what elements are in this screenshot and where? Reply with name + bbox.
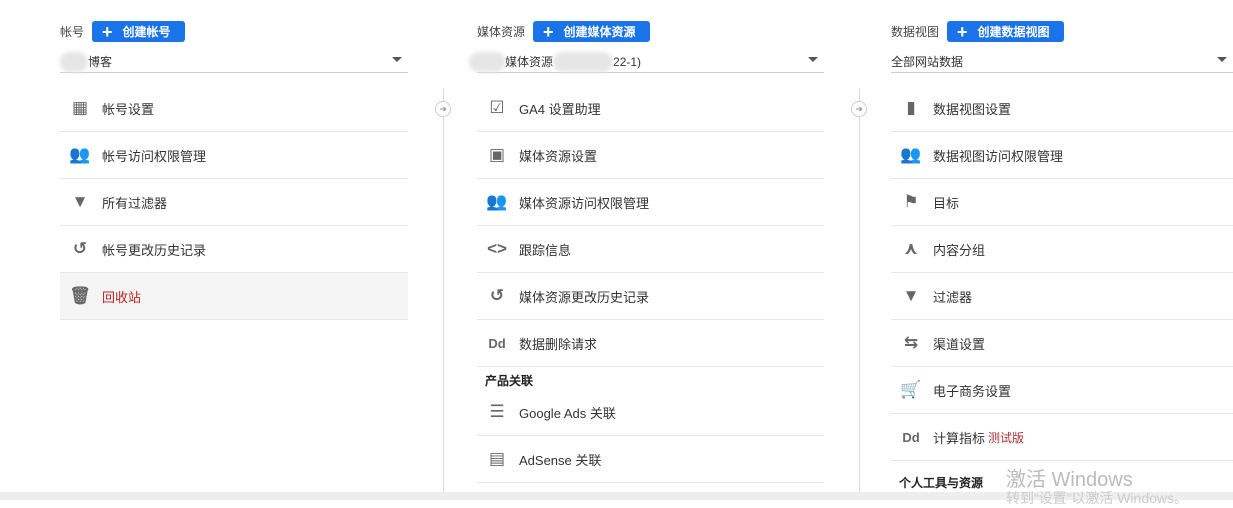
property-label: 媒体资源 — [477, 25, 526, 39]
divider — [443, 88, 444, 493]
menu-item[interactable]: ▤ AdSense 关联 — [477, 436, 824, 483]
history-icon: ↺ — [72, 239, 88, 258]
menu-item[interactable]: ▼ 过滤器 — [891, 273, 1233, 320]
menu-item-label: 内容分组 — [933, 242, 986, 258]
menu-item[interactable]: Dd 计算指标 测试版 — [891, 414, 1233, 461]
filter-icon: ▼ — [71, 192, 89, 211]
menu-item-label: 电子商务设置 — [933, 383, 1012, 399]
menu-item[interactable]: ☰ Google Ads 关联 — [477, 389, 824, 436]
cart-icon: 🛒 — [900, 380, 922, 399]
menu-item[interactable]: <> 跟踪信息 — [477, 226, 824, 273]
dropdown-arrow-icon — [1217, 57, 1227, 62]
dropdown-arrow-icon — [808, 57, 818, 62]
view-column: 数据视图 + 创建数据视图 全部网站数据 ▮ 数据视图设置 👥 数据视图访问权限管理 ⚑ 目… — [891, 0, 1233, 500]
watermark-sub: 转到“设置”以激活 Windows。 — [1006, 490, 1189, 506]
create-account-button[interactable]: + 创建帐号 — [92, 21, 185, 42]
merge-icon: ⋏ — [904, 239, 918, 258]
plus-icon: + — [102, 21, 113, 42]
menu-item-label: 媒体资源访问权限管理 — [519, 195, 650, 211]
menu-item-label: 计算指标 — [933, 430, 986, 446]
property-select[interactable]: 媒体资源 22-1) — [469, 51, 824, 73]
account-column: 帐号 + 创建帐号 博客 ▦ 帐号设置 👥 帐号访问权限管理 ▼ 所有过滤器 ↺ 帐号更改历史记… — [60, 0, 408, 500]
menu-item-label: 数据删除请求 — [519, 336, 598, 352]
menu-item-label: 媒体资源更改历史记录 — [519, 289, 650, 305]
menu-item[interactable]: ▼ 所有过滤器 — [60, 179, 408, 226]
create-view-button[interactable]: + 创建数据视图 — [947, 21, 1064, 42]
code-icon: <> — [487, 239, 507, 258]
trash-icon: 🗑 — [69, 286, 91, 305]
menu-item[interactable]: ▣ 媒体资源设置 — [477, 132, 824, 179]
people-icon: 👥 — [69, 145, 91, 164]
menu-item-label: 帐号设置 — [102, 101, 155, 117]
arrow-right-icon: ➜ — [851, 101, 867, 117]
account-label: 帐号 — [60, 25, 85, 39]
menu-item[interactable]: 🗑 回收站 — [60, 273, 408, 320]
channel-icon: ⇆ — [903, 333, 919, 352]
adsense-icon: ▤ — [488, 449, 506, 468]
menu-item-label: 所有过滤器 — [102, 195, 168, 211]
menu-item[interactable]: ⇆ 渠道设置 — [891, 320, 1233, 367]
menu-item-label: GA4 设置助理 — [519, 101, 601, 117]
menu-item[interactable]: 👥 帐号访问权限管理 — [60, 132, 408, 179]
layout-icon: ▣ — [488, 145, 506, 164]
beta-badge: 测试版 — [988, 430, 1025, 445]
menu-item[interactable]: 🛒 电子商务设置 — [891, 367, 1233, 414]
menu-item[interactable]: ⋏ 内容分组 — [891, 226, 1233, 273]
menu-item[interactable]: ▦ 帐号设置 — [60, 85, 408, 132]
history-icon: ↺ — [489, 286, 505, 305]
section-heading: 产品关联 — [485, 374, 534, 388]
menu-item-label: 跟踪信息 — [519, 242, 572, 258]
redacted — [469, 51, 505, 72]
dd-icon: Dd — [488, 335, 506, 351]
arrow-right-icon: ➜ — [435, 101, 451, 117]
menu-item-label: 目标 — [933, 195, 960, 211]
menu-item[interactable]: ☑ GA4 设置助理 — [477, 85, 824, 132]
plus-icon: + — [957, 21, 968, 42]
menu-item-label: 帐号访问权限管理 — [102, 148, 207, 164]
view-select[interactable]: 全部网站数据 — [891, 51, 1233, 73]
create-property-button[interactable]: + 创建媒体资源 — [533, 21, 650, 42]
menu-item[interactable]: ▮ 数据视图设置 — [891, 85, 1233, 132]
filter-icon: ▼ — [902, 286, 920, 305]
people-icon: 👥 — [486, 192, 508, 211]
menu-item-label: 帐号更改历史记录 — [102, 242, 207, 258]
menu-item-label: 回收站 — [102, 289, 142, 305]
redacted — [553, 51, 614, 72]
menu-item-label: 数据视图设置 — [933, 101, 1012, 117]
menu-item[interactable]: 👥 数据视图访问权限管理 — [891, 132, 1233, 179]
account-select[interactable]: 博客 — [60, 51, 408, 73]
dd-icon: Dd — [902, 429, 920, 445]
plus-icon: + — [543, 21, 554, 42]
property-column: 媒体资源 + 创建媒体资源 媒体资源 22-1) ☑ GA4 设置助理 ▣ 媒体资源设置 👥… — [469, 0, 824, 500]
menu-item-label: AdSense 关联 — [519, 452, 602, 468]
menu-item[interactable]: Dd 数据删除请求 — [477, 320, 824, 367]
dropdown-arrow-icon — [392, 57, 402, 62]
redacted — [60, 51, 88, 72]
menu-item-label: Google Ads 关联 — [519, 405, 616, 421]
menu-item-label: 数据视图访问权限管理 — [933, 148, 1064, 164]
menu-item[interactable]: ↺ 媒体资源更改历史记录 — [477, 273, 824, 320]
menu-item[interactable]: 👥 媒体资源访问权限管理 — [477, 179, 824, 226]
building-icon: ▦ — [71, 98, 89, 117]
menu-item[interactable]: ⚑ 目标 — [891, 179, 1233, 226]
document-icon: ▮ — [906, 98, 916, 117]
google-ads-icon: ☰ — [489, 402, 505, 421]
flag-icon: ⚑ — [903, 192, 919, 211]
menu-item-label: 渠道设置 — [933, 336, 986, 352]
menu-item-label: 媒体资源设置 — [519, 148, 598, 164]
checklist-icon: ☑ — [489, 98, 505, 117]
menu-item-label: 过滤器 — [933, 289, 973, 305]
view-label: 数据视图 — [891, 25, 940, 39]
menu-item[interactable]: ↺ 帐号更改历史记录 — [60, 226, 408, 273]
people-icon: 👥 — [900, 145, 922, 164]
divider — [859, 88, 860, 493]
